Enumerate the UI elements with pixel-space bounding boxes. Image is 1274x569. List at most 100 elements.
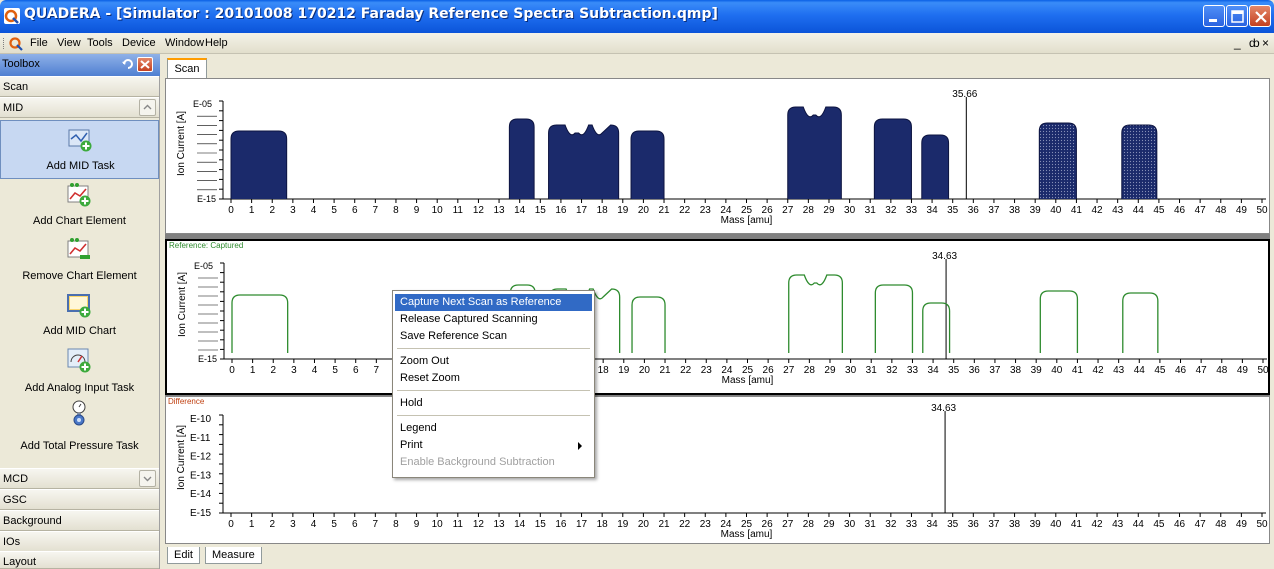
menu-grip[interactable]: [3, 38, 6, 49]
x-tick-label: 37: [988, 519, 1000, 530]
x-tick-label: 15: [535, 519, 547, 530]
toolbox-category-layout[interactable]: Layout: [0, 551, 159, 569]
pin-icon[interactable]: [121, 58, 134, 71]
add-mid-chart-icon: [67, 294, 91, 318]
tool-remove-chart-element[interactable]: Remove Chart Element: [0, 234, 159, 289]
x-tick-label: 41: [1072, 365, 1084, 376]
x-tick-label: 11: [453, 519, 464, 530]
menu-item-label: Reset Zoom: [400, 372, 460, 384]
reference-chart-panel[interactable]: Reference: Captured Ion Current [A] E-05 E…: [165, 239, 1270, 395]
x-tick-label: 38: [1010, 365, 1022, 376]
difference-chart[interactable]: Ion Current [A]E-10 E-11 E-12 E-13 E-14 E-15 0…: [166, 397, 1269, 543]
minimize-button[interactable]: [1203, 5, 1225, 27]
menu-device[interactable]: Device: [122, 37, 156, 49]
context-menu-item-print[interactable]: Print: [395, 437, 592, 454]
x-tick-label: 6: [353, 365, 359, 376]
toolbox-header: Toolbox: [0, 54, 160, 76]
scan-chart[interactable]: Ion Current [A]E-05E-150 1 2 3 4 5 6 7 8 9 10 11 12 1…: [166, 79, 1269, 233]
tool-add-total-pressure-task[interactable]: Add Total Pressure Task: [0, 399, 159, 457]
toolbox-category-mcd[interactable]: MCD: [0, 468, 159, 489]
x-tick-label: 48: [1215, 205, 1227, 216]
close-button[interactable]: [1249, 5, 1271, 27]
x-tick-label: 38: [1009, 205, 1021, 216]
context-menu-item-legend[interactable]: Legend: [395, 420, 592, 437]
toolbox-close-button[interactable]: [137, 57, 153, 72]
context-menu-item-enable-background-subtraction: Enable Background Subtraction: [395, 454, 592, 471]
x-tick-label: 3: [290, 205, 296, 216]
peak-line: [1122, 292, 1159, 353]
toolbox-panel: Toolbox Scan MID Add MID Task Add Chart …: [0, 54, 160, 569]
tool-add-analog-input-task[interactable]: Add Analog Input Task: [0, 344, 159, 399]
app-window: QUADERA - [Simulator : 20101008 170212 F…: [0, 0, 1274, 569]
context-menu-item-capture-next-scan-as-reference[interactable]: Capture Next Scan as Reference: [395, 294, 592, 311]
x-tick-label: 2: [269, 519, 275, 530]
x-tick-label: 32: [886, 365, 898, 376]
x-tick-label: 49: [1237, 365, 1249, 376]
toolbox-category-mid[interactable]: MID: [0, 97, 159, 118]
scroll-down-button[interactable]: [139, 470, 156, 487]
x-tick-label: 37: [988, 205, 1000, 216]
tool-add-chart-element[interactable]: Add Chart Element: [0, 179, 159, 234]
window-title: QUADERA - [Simulator : 20101008 170212 F…: [24, 6, 718, 22]
x-tick-label: 42: [1091, 205, 1103, 216]
tool-add-mid-chart[interactable]: Add MID Chart: [0, 289, 159, 344]
toolbox-category-scan[interactable]: Scan: [0, 76, 159, 97]
x-tick-label: 4: [311, 205, 317, 216]
reference-chart[interactable]: Ion Current [A]E-05E-1501234567891011121…: [167, 241, 1268, 393]
x-tick-label: 23: [700, 205, 712, 216]
menu-item-label: Capture Next Scan as Reference: [400, 296, 562, 308]
tab-measure[interactable]: Measure: [205, 547, 262, 564]
menu-tools[interactable]: Tools: [87, 37, 113, 49]
x-tick-label: 18: [597, 519, 609, 530]
peak-area: [1038, 122, 1077, 199]
toolbox-category-background[interactable]: Background: [0, 510, 159, 531]
mdi-restore-button[interactable]: ȸ: [1249, 36, 1260, 50]
menu-help[interactable]: Help: [205, 37, 228, 49]
maximize-button[interactable]: [1226, 5, 1248, 27]
tab-edit[interactable]: Edit: [167, 547, 200, 564]
x-tick-label: 47: [1196, 365, 1208, 376]
x-tick-label: 1: [249, 205, 255, 216]
toolbox-category-ios[interactable]: IOs: [0, 531, 159, 552]
scroll-up-button[interactable]: [139, 99, 156, 116]
scan-chart-panel[interactable]: Ion Current [A] E-05 E-15 0 1 2 3 4 5 6 7 8 9 10 11 12 1…: [165, 78, 1270, 234]
x-tick-label: 45: [1153, 519, 1165, 530]
cursor-label: 34.63: [931, 403, 956, 414]
category-label: MCD: [3, 473, 29, 485]
x-tick-label: 27: [782, 519, 794, 530]
x-tick-label: 29: [823, 205, 835, 216]
x-tick-label: 49: [1236, 519, 1248, 530]
peak-area: [630, 130, 665, 199]
x-tick-label: 7: [373, 519, 379, 530]
x-tick-label: 7: [373, 205, 379, 216]
menu-separator: [397, 390, 590, 391]
menu-file[interactable]: File: [30, 37, 48, 49]
menu-view[interactable]: View: [57, 37, 81, 49]
document-icon[interactable]: [8, 36, 24, 51]
context-menu-item-release-captured-scanning[interactable]: Release Captured Scanning: [395, 311, 592, 328]
peak-area: [508, 118, 535, 199]
peak-line: [922, 302, 951, 353]
peak-area: [230, 130, 288, 199]
context-menu-item-zoom-out[interactable]: Zoom Out: [395, 353, 592, 370]
tab-scan[interactable]: Scan: [167, 58, 207, 78]
difference-chart-panel[interactable]: Difference Ion Current [A] E-10 E-11 E-12 E-…: [165, 396, 1270, 544]
tool-add-mid-task[interactable]: Add MID Task: [0, 120, 159, 179]
x-tick-label: 33: [906, 519, 918, 530]
context-menu-item-save-reference-scan[interactable]: Save Reference Scan: [395, 328, 592, 345]
x-tick-label: 22: [679, 205, 691, 216]
x-tick-label: 23: [701, 365, 713, 376]
menu-window[interactable]: Window: [165, 37, 204, 49]
context-menu-item-hold[interactable]: Hold: [395, 395, 592, 412]
peak-line: [874, 284, 914, 353]
x-tick-label: 3: [290, 519, 296, 530]
x-tick-label: 44: [1133, 519, 1145, 530]
title-bar[interactable]: QUADERA - [Simulator : 20101008 170212 F…: [0, 0, 1274, 33]
mdi-minimize-button[interactable]: _: [1234, 36, 1241, 50]
x-tick-label: 49: [1236, 205, 1248, 216]
toolbox-category-gsc[interactable]: GSC: [0, 489, 159, 510]
add-chart-element-icon: [67, 183, 91, 207]
peak-area: [1121, 124, 1158, 199]
mdi-close-button[interactable]: ×: [1262, 36, 1269, 50]
context-menu-item-reset-zoom[interactable]: Reset Zoom: [395, 370, 592, 387]
